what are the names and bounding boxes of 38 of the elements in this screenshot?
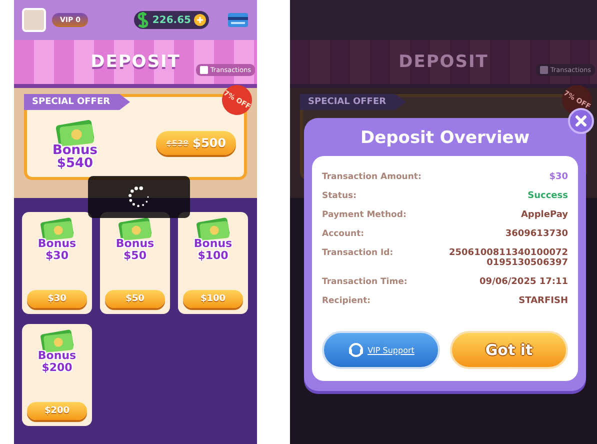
detail-label: Status: — [322, 191, 356, 201]
add-coin-icon[interactable] — [194, 14, 206, 26]
bonus-label: Bonus $200 — [38, 350, 76, 374]
detail-value: Success — [528, 191, 568, 201]
headset-icon — [348, 342, 364, 358]
buy-package-button[interactable]: $30 — [27, 290, 87, 308]
buy-package-button[interactable]: $200 — [27, 402, 87, 420]
detail-label: Recipient: — [322, 296, 371, 306]
page-title: DEPOSIT — [398, 52, 488, 72]
buy-package-button[interactable]: $50 — [105, 290, 165, 308]
bonus-label: Bonus $50 — [116, 238, 154, 262]
detail-label: Transaction Amount: — [322, 172, 422, 182]
balance-amount: 226.65 — [152, 14, 191, 26]
bonus-label: Bonus $30 — [38, 238, 76, 262]
page-title: DEPOSIT — [90, 52, 180, 72]
buy-offer-button[interactable]: $538 $500 — [156, 131, 236, 155]
special-offer-ribbon: SPECIAL OFFER — [300, 94, 406, 110]
detail-value: 3609613730 — [505, 229, 568, 239]
detail-label: Transaction Time: — [322, 277, 408, 287]
detail-label: Payment Method: — [322, 210, 406, 220]
special-offer-ribbon: SPECIAL OFFER — [24, 94, 130, 110]
close-icon — [575, 115, 587, 127]
detail-value: 25061008113401000720195130506397 — [448, 248, 568, 268]
bonus-label: Bonus $540 — [52, 144, 98, 171]
card-icon[interactable] — [227, 11, 249, 29]
dialog-title: Deposit Overview — [359, 128, 531, 148]
got-it-button[interactable]: Got it — [450, 331, 568, 369]
loading-spinner-icon — [127, 185, 151, 209]
dollar-icon — [137, 12, 150, 28]
bonus-label: Bonus $100 — [194, 238, 232, 262]
detail-value: ApplePay — [520, 210, 568, 220]
detail-value: STARFISH — [518, 296, 568, 306]
detail-value: $30 — [549, 172, 568, 182]
vip-support-button[interactable]: VIP Support — [322, 331, 440, 369]
buy-package-button[interactable]: $100 — [183, 290, 243, 308]
detail-label: Account: — [322, 229, 364, 239]
detail-value: 09/06/2025 17:11 — [480, 277, 568, 287]
detail-label: Transaction Id: — [322, 248, 394, 258]
